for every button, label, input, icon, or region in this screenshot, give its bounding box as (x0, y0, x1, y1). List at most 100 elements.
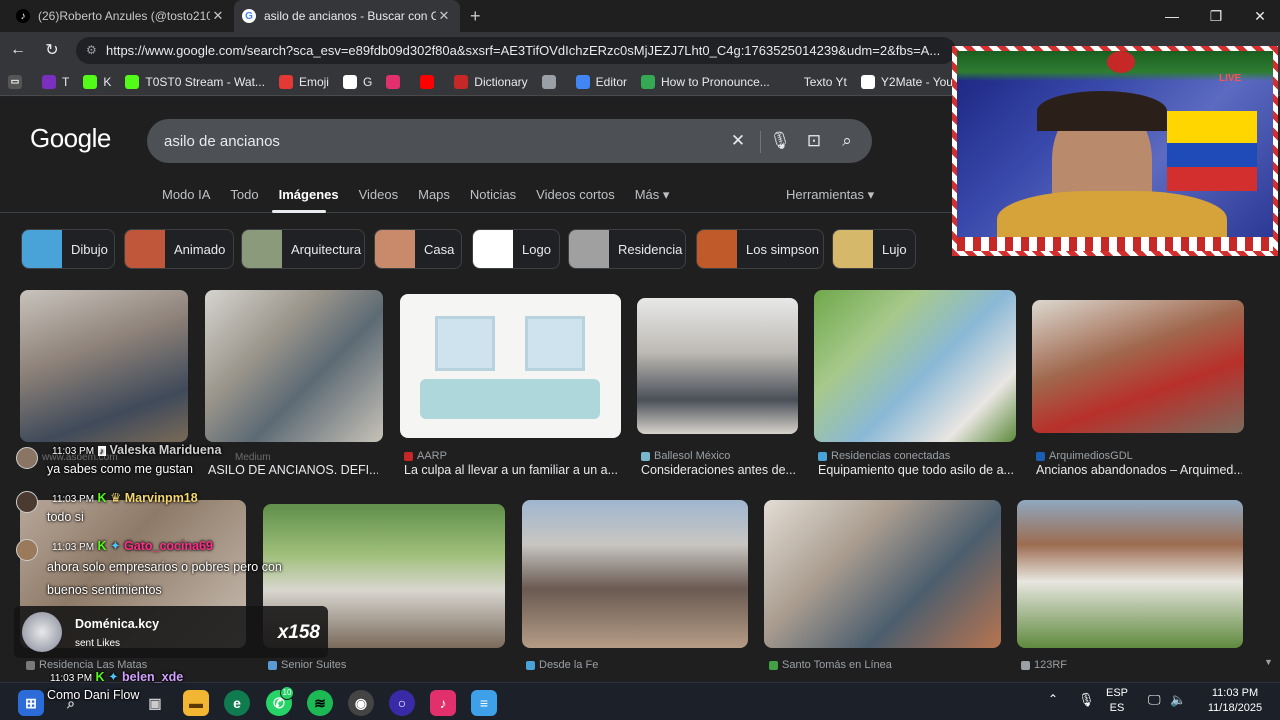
tab-m-s[interactable]: Más ▾ (635, 187, 670, 207)
chip-logo[interactable]: Logo (472, 229, 560, 269)
tray-chevron-icon[interactable]: ⌃ (1048, 692, 1058, 707)
aarp-icon (404, 451, 413, 461)
bookmark-item[interactable]: How to Pronounce... (641, 74, 770, 89)
result-image[interactable] (522, 500, 748, 648)
tools-button[interactable]: Herramientas ▾ (786, 187, 874, 203)
result-caption[interactable]: Equipamiento que todo asilo de a... (818, 463, 1016, 477)
result-caption[interactable]: Consideraciones antes de... (641, 463, 799, 477)
clear-icon[interactable]: ✕ (727, 130, 749, 152)
chip-arquitectura[interactable]: Arquitectura (241, 229, 365, 269)
reload-icon[interactable]: ↻ (40, 38, 64, 62)
tab-videos-cortos[interactable]: Videos cortos (536, 187, 615, 207)
bookmark-item[interactable] (420, 74, 440, 89)
network-icon[interactable]: 🖵 (1148, 692, 1161, 707)
tab-todo[interactable]: Todo (230, 187, 258, 207)
avatar (22, 612, 62, 652)
bookmark-item[interactable]: Texto Yt (783, 74, 847, 89)
lens-icon[interactable]: ⊡ (803, 130, 825, 152)
site-icon (769, 660, 778, 670)
tiktok-studio-icon[interactable]: ♪ (430, 690, 456, 716)
site-icon (526, 660, 535, 670)
chip-animado[interactable]: Animado (124, 229, 234, 269)
bookmark-item[interactable]: T (42, 74, 69, 89)
bookmark-apps[interactable]: ▭ (8, 74, 28, 89)
result-caption[interactable]: Ancianos abandonados – Arquimed... (1036, 463, 1242, 477)
result-caption[interactable]: ASILO DE ANCIANOS. DEFI... (208, 463, 378, 477)
maximize-icon[interactable]: ❐ (1194, 0, 1238, 32)
notepad-icon[interactable]: ≡ (471, 690, 497, 716)
minimize-icon[interactable]: — (1150, 0, 1194, 32)
clock[interactable]: 11:03 PM 11/18/2025 (1200, 686, 1270, 716)
volume-icon[interactable]: 🔈 (1170, 692, 1186, 707)
microphone-icon[interactable]: 🎙 (1078, 692, 1095, 707)
spotify-icon[interactable]: ≋ (307, 690, 333, 716)
result-image[interactable] (205, 290, 383, 442)
bookmark-item[interactable]: G (342, 74, 372, 89)
result-image[interactable] (1017, 500, 1243, 648)
live-badge: LIVE (1219, 73, 1242, 84)
result-image[interactable] (764, 500, 1001, 648)
chip-label: Animado (174, 241, 226, 257)
bookmark-label: Emoji (298, 74, 329, 89)
app-icon[interactable]: ○ (389, 690, 415, 716)
address-bar[interactable]: ⚙ https://www.google.com/search?sca_esv=… (76, 37, 956, 64)
bookmark-item[interactable] (541, 74, 562, 89)
result-caption[interactable]: La culpa al llevar a un familiar a un a.… (404, 463, 622, 477)
back-icon[interactable]: ← (6, 38, 30, 62)
bookmark-item[interactable]: T0ST0 Stream - Wat... (125, 74, 265, 89)
task-view-icon[interactable]: ▣ (142, 690, 168, 716)
new-tab-button[interactable]: + (462, 0, 490, 32)
search-icon[interactable]: ⌕ (836, 130, 858, 152)
search-input[interactable]: asilo de ancianos (147, 119, 872, 163)
close-icon[interactable]: ✕ (436, 8, 452, 24)
tab-im-genes[interactable]: Imágenes (279, 187, 339, 207)
chip-label: Residencia (618, 241, 683, 257)
tab-tiktok[interactable]: ♪ (26)Roberto Anzules (@tosto210) ✕ (8, 0, 234, 32)
bookmark-item[interactable]: Emoji (278, 74, 329, 89)
chat-header: 11:03 PM K ✦ belen_xde (50, 670, 184, 684)
chip-label: Casa (424, 241, 455, 257)
search-nav-tabs: Modo IA Todo Imágenes Videos Maps Noticias Vid… (162, 187, 689, 207)
result-image[interactable] (400, 294, 621, 438)
result-source: Desde la Fe (526, 659, 598, 671)
start-icon[interactable]: ⊞ (18, 690, 44, 716)
tiktok-icon: ♪ (16, 9, 30, 23)
tab-maps[interactable]: Maps (418, 187, 450, 207)
edge-icon[interactable]: e (224, 690, 250, 716)
result-image[interactable] (637, 298, 798, 434)
result-image[interactable] (1032, 300, 1244, 433)
file-explorer-icon[interactable]: ▬ (183, 690, 209, 716)
chat-header: 11:03 PM ♪ Valeska Mariduena (52, 443, 222, 457)
bookmark-icon (278, 74, 293, 89)
chip-residencia[interactable]: Residencia (568, 229, 686, 269)
bookmark-item[interactable]: K (83, 74, 111, 89)
scrollbar-arrow-icon[interactable]: ▼ (1264, 657, 1273, 667)
bookmark-item[interactable] (386, 74, 406, 89)
site-info-icon[interactable]: ⚙ (86, 43, 97, 57)
result-image[interactable] (20, 290, 188, 442)
tab-modo-ia[interactable]: Modo IA (162, 187, 210, 207)
tab-noticias[interactable]: Noticias (470, 187, 516, 207)
obs-icon[interactable]: ◉ (348, 690, 374, 716)
tab-google-search[interactable]: G asilo de ancianos - Buscar con Go ✕ (234, 0, 460, 32)
chip-los-simpson[interactable]: Los simpson (696, 229, 824, 269)
close-icon[interactable]: ✕ (210, 8, 226, 24)
microphone-icon[interactable]: 🎙 (769, 130, 791, 152)
chip-casa[interactable]: Casa (374, 229, 462, 269)
bookmark-label: Dictionary (474, 74, 528, 89)
chip-lujo[interactable]: Lujo (832, 229, 916, 269)
divider (760, 131, 761, 153)
google-logo[interactable]: Google (30, 123, 111, 154)
bookmark-item[interactable]: Editor (575, 74, 627, 89)
tab-videos[interactable]: Videos (359, 187, 399, 207)
chat-username: Valeska Mariduena (109, 443, 222, 457)
bookmark-item[interactable]: Dictionary (454, 74, 528, 89)
tab-title: asilo de ancianos - Buscar con Go (264, 9, 436, 23)
result-image[interactable] (814, 290, 1016, 442)
bookmark-label: Texto Yt (803, 74, 847, 89)
bookmark-icon (575, 74, 590, 89)
close-window-icon[interactable]: ✕ (1238, 0, 1280, 32)
chip-dibujo[interactable]: Dibujo (21, 229, 115, 269)
language-indicator[interactable]: ESP ES (1106, 686, 1128, 716)
bookmark-icon (342, 74, 357, 89)
